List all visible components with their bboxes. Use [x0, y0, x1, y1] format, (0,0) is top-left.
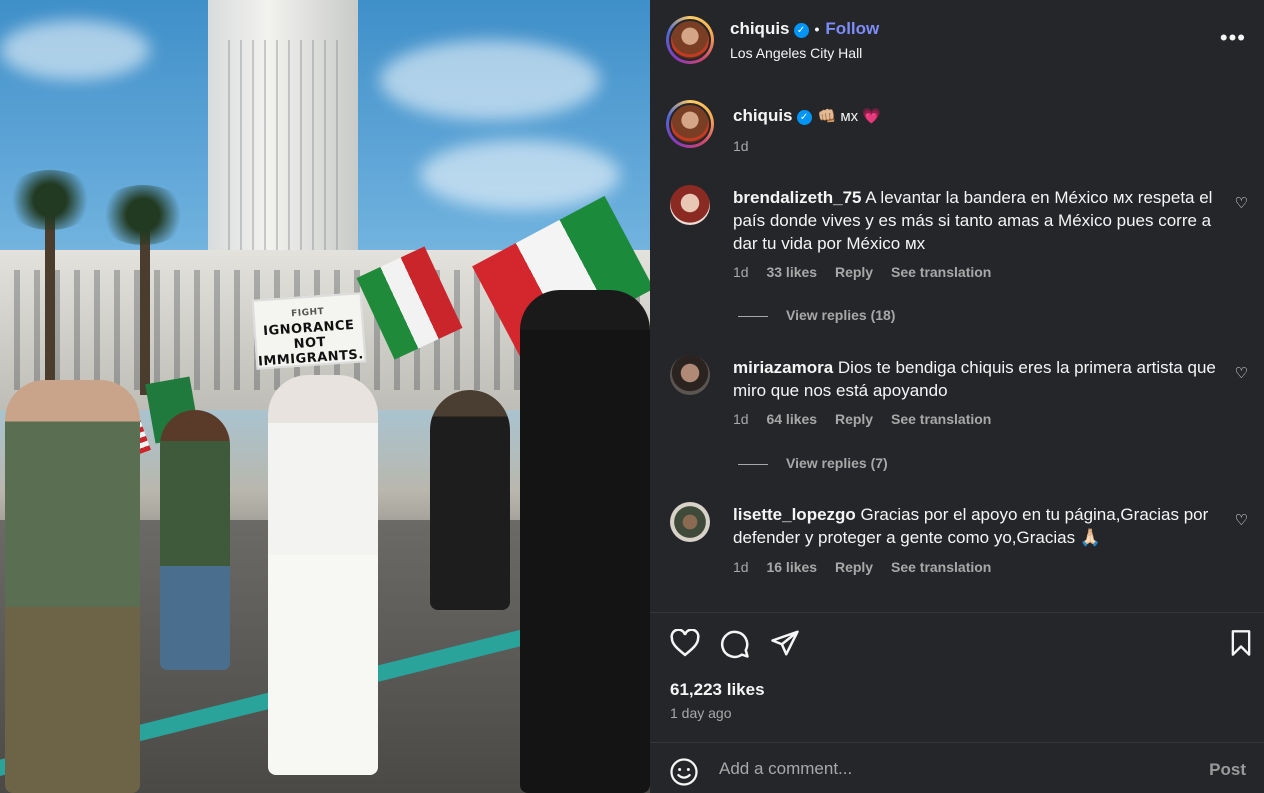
bookmark-icon[interactable]: [1228, 629, 1254, 662]
replies-divider: [738, 463, 768, 465]
person-with-sign: [268, 375, 378, 775]
caption-line: chiquis ✓ 👊🏼 ᴍx 💗: [733, 106, 881, 126]
person-left: [5, 380, 140, 793]
comment-meta: 1d 33 likes Reply See translation: [733, 264, 1005, 280]
see-translation-link[interactable]: See translation: [891, 559, 991, 575]
comment-body: lisette_lopezgo Gracias por el apoyo en …: [733, 503, 1228, 549]
sky-cloud: [420, 140, 620, 210]
caption-username[interactable]: chiquis: [733, 106, 793, 125]
reply-button[interactable]: Reply: [835, 264, 873, 280]
view-replies-label: View replies (7): [786, 455, 888, 471]
comment-body: brendalizeth_75 A levantar la bandera en…: [733, 186, 1228, 255]
commenter-avatar[interactable]: [670, 185, 710, 225]
person-foreground: [520, 290, 650, 793]
view-replies-label: View replies (18): [786, 307, 896, 323]
caption-timestamp: 1d: [733, 138, 749, 154]
commenter-avatar[interactable]: [670, 502, 710, 542]
emoji-icon[interactable]: [669, 757, 699, 792]
follow-button[interactable]: Follow: [825, 19, 879, 39]
palm-trunk: [45, 200, 55, 400]
author-line: chiquis ✓ • Follow: [730, 19, 879, 39]
post-details-panel: chiquis ✓ • Follow Los Angeles City Hall ••…: [650, 0, 1264, 793]
post-comment-button[interactable]: Post: [1209, 760, 1246, 780]
comment-likes[interactable]: 64 likes: [766, 411, 817, 427]
see-translation-link[interactable]: See translation: [891, 264, 991, 280]
palm-fronds: [5, 170, 95, 230]
see-translation-link[interactable]: See translation: [891, 411, 991, 427]
author-avatar[interactable]: [666, 16, 714, 64]
comment-icon[interactable]: [720, 629, 750, 664]
commenter-avatar[interactable]: [670, 355, 710, 395]
comment-like-heart-icon[interactable]: ♡: [1235, 194, 1248, 212]
comment-meta: 1d 64 likes Reply See translation: [733, 411, 1005, 427]
post-header: chiquis ✓ • Follow Los Angeles City Hall ••…: [650, 0, 1264, 80]
reply-button[interactable]: Reply: [835, 411, 873, 427]
sky-cloud: [0, 20, 150, 80]
comment-time: 1d: [733, 264, 749, 280]
comment-likes[interactable]: 16 likes: [766, 559, 817, 575]
comment-like-heart-icon[interactable]: ♡: [1235, 364, 1248, 382]
author-username[interactable]: chiquis: [730, 19, 790, 38]
comment-time: 1d: [733, 411, 749, 427]
person-black: [430, 390, 510, 610]
comment-time: 1d: [733, 559, 749, 575]
action-bar: [650, 612, 1264, 672]
post-photo[interactable]: FIGHT IGNORANCE NOT IMMIGRANTS.: [0, 0, 650, 793]
comment-like-heart-icon[interactable]: ♡: [1235, 511, 1248, 529]
more-options-icon[interactable]: •••: [1220, 27, 1246, 49]
view-replies-button[interactable]: View replies (18): [738, 307, 895, 323]
comment-input[interactable]: [719, 757, 1179, 781]
comment-meta: 1d 16 likes Reply See translation: [733, 559, 1005, 575]
sky-cloud: [380, 40, 600, 120]
protest-sign: FIGHT IGNORANCE NOT IMMIGRANTS.: [251, 292, 367, 370]
verified-badge-icon: ✓: [793, 23, 809, 38]
view-replies-button[interactable]: View replies (7): [738, 455, 888, 471]
reply-button[interactable]: Reply: [835, 559, 873, 575]
comment-username[interactable]: brendalizeth_75: [733, 188, 862, 207]
post-age: 1 day ago: [670, 705, 732, 721]
add-comment-bar: Post: [650, 742, 1264, 793]
comment-username[interactable]: miriazamora: [733, 358, 833, 377]
person-backpack: [160, 410, 230, 670]
caption-text: 👊🏼 ᴍx 💗: [817, 108, 882, 125]
separator-dot: •: [814, 21, 820, 37]
replies-divider: [738, 315, 768, 317]
comment-username[interactable]: lisette_lopezgo: [733, 505, 856, 524]
caption-avatar[interactable]: [666, 100, 714, 148]
comment-body: miriazamora Dios te bendiga chiquis eres…: [733, 356, 1228, 402]
palm-fronds: [98, 185, 188, 245]
verified-badge-icon: ✓: [796, 110, 812, 125]
heart-icon[interactable]: [670, 628, 700, 662]
comment-likes[interactable]: 33 likes: [766, 264, 817, 280]
likes-count[interactable]: 61,223 likes: [670, 680, 765, 700]
share-icon[interactable]: [770, 629, 800, 662]
post-location[interactable]: Los Angeles City Hall: [730, 45, 862, 61]
